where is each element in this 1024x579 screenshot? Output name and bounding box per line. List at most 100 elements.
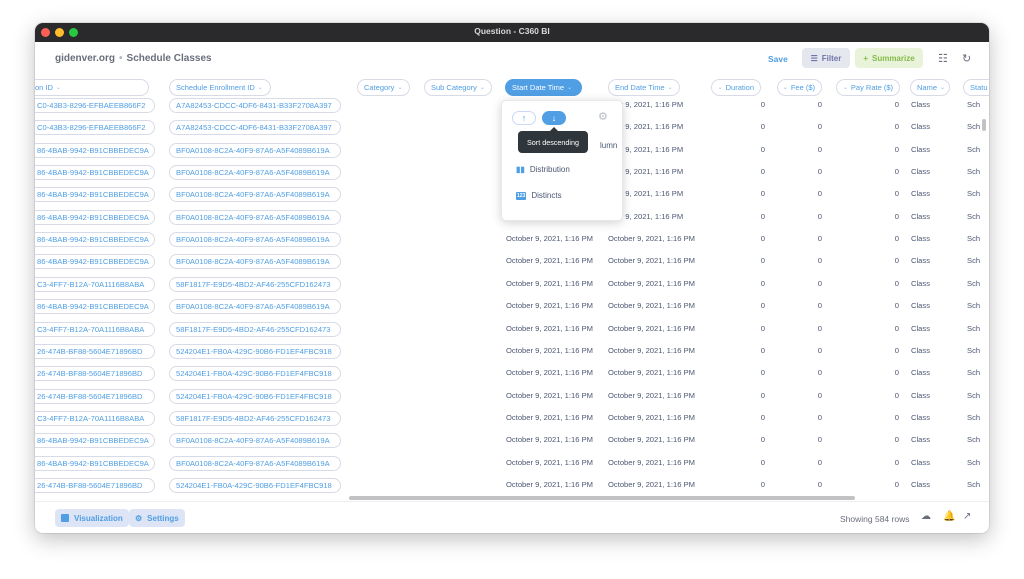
cell-name: Class [911,390,930,400]
cell-schedule-enrollment-id[interactable]: 58F1817F-E9D5-4BD2-AF46-255CFD162473 [169,276,341,292]
cell-id[interactable]: C0-43B3-8296-EFBAEEB866F2 [35,98,155,113]
cell-pay-rate: 0 [894,301,899,311]
gear-icon[interactable]: ⚙ [598,110,608,123]
download-icon[interactable]: ☁ [921,511,931,522]
cell-category [359,94,419,116]
cell-schedule-enrollment-id[interactable]: BF0A0108-8C2A-40F9-87A6-A5F4089B619A [169,187,341,203]
cell-id[interactable]: 86-4BAB-9942-B91CBBEDEC9A [35,209,155,225]
hide-column-item[interactable]: lumn [600,141,617,150]
bell-icon[interactable]: 🔔 [943,511,955,522]
cell-schedule-enrollment-id[interactable]: BF0A0108-8C2A-40F9-87A6-A5F4089B619A [169,455,341,471]
cell-schedule-enrollment-id[interactable]: BF0A0108-8C2A-40F9-87A6-A5F4089B619A [169,232,341,248]
settings-button[interactable]: ⚙ Settings [129,509,185,527]
sort-descending-button[interactable]: ↓ [542,111,566,125]
chevron-down-icon: ⌄ [55,85,61,91]
cell-schedule-enrollment-id[interactable]: 524204E1-FB0A-429C-90B6-FD1EF4FBC918 [169,343,341,359]
table-row: C3-4FF7-B12A-70A1116B8ABA 58F1817F-E9D5-4… [35,273,989,295]
cell-status: Sch [967,144,981,154]
cell-schedule-enrollment-id[interactable]: BF0A0108-8C2A-40F9-87A6-A5F4089B619A [169,299,341,315]
cell-schedule-enrollment-id[interactable]: 58F1817F-E9D5-4BD2-AF46-255CFD162473 [169,321,341,337]
cell-sub-category [427,407,497,429]
summarize-button[interactable]: + Summarize [855,48,923,68]
column-actions-popover: ↑ ↓ ⚙ lumn ▮▮ Distribution 123 Distincts [501,100,623,221]
cell-start-date-time: October 9, 2021, 1:16 PM [506,368,593,378]
cell-schedule-enrollment-id[interactable]: BF0A0108-8C2A-40F9-87A6-A5F4089B619A [169,142,341,158]
cell-id[interactable]: C3-4FF7-B12A-70A1116B8ABA [35,276,155,292]
column-header-label: Category [364,83,395,92]
cell-schedule-enrollment-id[interactable]: BF0A0108-8C2A-40F9-87A6-A5F4089B619A [169,433,341,449]
chevron-down-icon: ⌄ [717,85,723,91]
distribution-item[interactable]: ▮▮ Distribution [516,165,570,174]
plus-icon: + [863,53,868,63]
breadcrumb-database[interactable]: gidenver.org [55,53,115,64]
cell-fee: 0 [817,345,822,355]
cell-pay-rate: 0 [894,122,899,132]
cell-schedule-enrollment-id[interactable]: 58F1817F-E9D5-4BD2-AF46-255CFD162473 [169,410,341,426]
cell-schedule-enrollment-id[interactable]: BF0A0108-8C2A-40F9-87A6-A5F4089B619A [169,254,341,270]
column-header-label: Start Date Time [512,83,565,92]
cell-id[interactable]: C0-43B3-8296-EFBAEEB866F2 [35,120,155,136]
cell-id[interactable]: 86-4BAB-9942-B91CBBEDEC9A [35,142,155,158]
cell-id[interactable]: 26-474B-BF88-5604E71896BD [35,388,155,404]
filter-button[interactable]: ☰ Filter [802,48,850,68]
cell-end-date-time: October 9, 2021, 1:16 PM [608,301,695,311]
cell-pay-rate: 0 [894,144,899,154]
cell-sub-category [427,183,497,205]
cell-fee: 0 [817,167,822,177]
notebook-editor-icon[interactable]: ☷ [938,52,948,65]
cell-id[interactable]: 86-4BAB-9942-B91CBBEDEC9A [35,165,155,181]
cell-id[interactable]: 26-474B-BF88-5604E71896BD [35,477,155,493]
column-header-label: Sub Category [431,83,477,92]
cell-id[interactable]: C3-4FF7-B12A-70A1116B8ABA [35,321,155,337]
cell-status: Sch [967,435,981,445]
refresh-icon[interactable]: ↻ [962,52,971,65]
cell-id[interactable]: 86-4BAB-9942-B91CBBEDEC9A [35,187,155,203]
cell-schedule-enrollment-id[interactable]: A7A82453-CDCC-4DF6-8431-B33F2708A397 [169,120,341,136]
cell-status: Sch [967,100,981,109]
cell-sub-category [427,250,497,272]
chevron-down-icon: ⌄ [257,85,263,91]
expand-icon[interactable]: ↗ [963,511,971,522]
breadcrumb-table[interactable]: Schedule Classes [127,53,212,64]
cell-schedule-enrollment-id[interactable]: 524204E1-FB0A-429C-90B6-FD1EF4FBC918 [169,366,341,382]
summarize-label: Summarize [871,53,915,63]
cell-id[interactable]: 26-474B-BF88-5604E71896BD [35,343,155,359]
column-header-label: on ID [35,83,53,92]
cell-start-date-time: October 9, 2021, 1:16 PM [506,479,593,489]
chevron-down-icon: ⌄ [782,85,788,91]
cell-schedule-enrollment-id[interactable]: BF0A0108-8C2A-40F9-87A6-A5F4089B619A [169,209,341,225]
table-row: 86-4BAB-9942-B91CBBEDEC9A BF0A0108-8C2A-4… [35,429,989,451]
save-button[interactable]: Save [768,54,788,64]
table-row: 26-474B-BF88-5604E71896BD 524204E1-FB0A-4… [35,474,989,496]
cell-sub-category [427,452,497,474]
cell-pay-rate: 0 [894,234,899,244]
cell-category [359,452,419,474]
cell-schedule-enrollment-id[interactable]: 524204E1-FB0A-429C-90B6-FD1EF4FBC918 [169,477,341,493]
cell-status: Sch [967,457,981,467]
cell-id[interactable]: 86-4BAB-9942-B91CBBEDEC9A [35,433,155,449]
horizontal-scrollbar[interactable] [349,496,855,500]
sort-ascending-button[interactable]: ↑ [512,111,536,125]
cell-end-date-time: October 9, 2021, 1:16 PM [608,457,695,467]
distincts-item[interactable]: 123 Distincts [516,191,562,200]
cell-id[interactable]: C3-4FF7-B12A-70A1116B8ABA [35,410,155,426]
cell-id[interactable]: 26-474B-BF88-5604E71896BD [35,366,155,382]
cell-id[interactable]: 86-4BAB-9942-B91CBBEDEC9A [35,299,155,315]
cell-sub-category [427,340,497,362]
cell-schedule-enrollment-id[interactable]: 524204E1-FB0A-429C-90B6-FD1EF4FBC918 [169,388,341,404]
cell-pay-rate: 0 [894,479,899,489]
table-row: 86-4BAB-9942-B91CBBEDEC9A BF0A0108-8C2A-4… [35,295,989,317]
cell-id[interactable]: 86-4BAB-9942-B91CBBEDEC9A [35,254,155,270]
breadcrumb-separator: • [119,53,123,64]
cell-duration: 0 [760,144,765,154]
cell-schedule-enrollment-id[interactable]: A7A82453-CDCC-4DF6-8431-B33F2708A397 [169,98,341,113]
cell-pay-rate: 0 [894,256,899,266]
vertical-scrollbar[interactable] [982,119,986,131]
cell-status: Sch [967,189,981,199]
breadcrumb: gidenver.org • Schedule Classes [55,53,212,64]
cell-id[interactable]: 86-4BAB-9942-B91CBBEDEC9A [35,455,155,471]
cell-schedule-enrollment-id[interactable]: BF0A0108-8C2A-40F9-87A6-A5F4089B619A [169,165,341,181]
visualization-button[interactable]: Visualization [55,509,129,527]
cell-id[interactable]: 86-4BAB-9942-B91CBBEDEC9A [35,232,155,248]
cell-name: Class [911,189,930,199]
